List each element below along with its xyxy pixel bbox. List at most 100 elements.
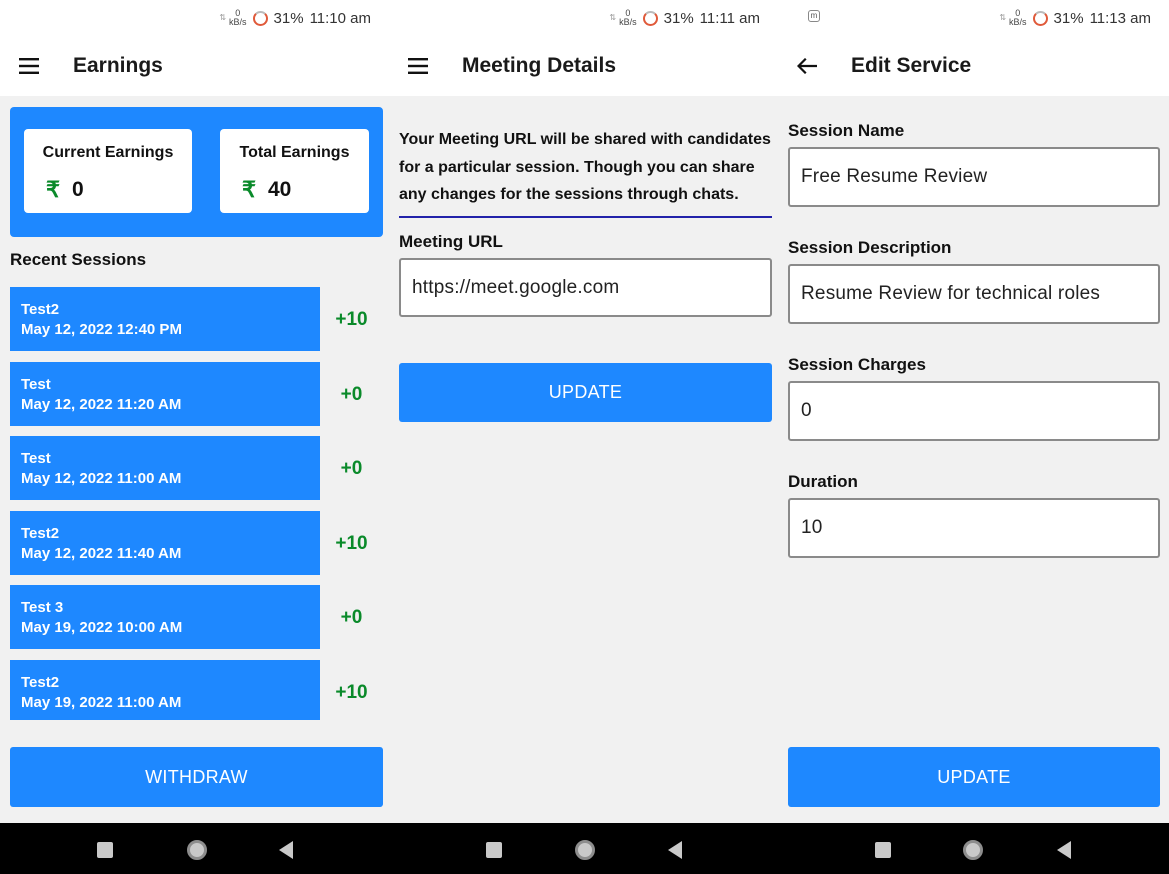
hamburger-menu-icon[interactable] — [0, 36, 58, 96]
session-description-input[interactable]: Resume Review for technical roles — [788, 264, 1160, 324]
session-datetime: May 12, 2022 11:20 AM — [21, 395, 182, 413]
back-icon[interactable] — [668, 841, 682, 859]
home-icon[interactable] — [575, 840, 595, 860]
battery-percent: 31% — [273, 9, 304, 27]
home-icon[interactable] — [963, 840, 983, 860]
data-arrows-icon: ⇅ — [999, 13, 1007, 22]
current-earnings-value: 0 — [72, 178, 84, 201]
session-name: Test2 — [21, 301, 60, 318]
rate-unit: kB/s — [619, 17, 637, 27]
recents-icon[interactable] — [486, 842, 502, 858]
session-name: Test2 — [21, 673, 60, 691]
network-speed: ⇅ 0 kB/s — [219, 9, 246, 27]
session-amount: +0 — [340, 458, 363, 480]
session-name: Test — [21, 450, 51, 468]
page-title: Edit Service — [851, 54, 972, 77]
back-icon[interactable] — [1057, 841, 1071, 859]
home-icon[interactable] — [187, 840, 207, 860]
list-item[interactable]: Test2 May 19, 2022 11:00 AM +10 — [10, 659, 383, 724]
list-item[interactable]: Test May 12, 2022 11:20 AM +0 — [10, 361, 383, 426]
meeting-details-screen: ⇅ 0 kB/s 31% 11:11 am Meeting Details You… — [389, 0, 778, 823]
session-amount: +10 — [335, 532, 368, 554]
back-arrow-icon[interactable] — [778, 36, 836, 96]
page-title: Meeting Details — [462, 54, 617, 77]
notification-icon: m — [808, 10, 820, 22]
recents-icon[interactable] — [875, 842, 891, 858]
session-card[interactable]: Test2 May 12, 2022 11:40 AM — [10, 510, 320, 575]
list-item[interactable]: Test2 May 12, 2022 12:40 PM +10 — [10, 287, 383, 351]
session-datetime: May 12, 2022 11:00 AM — [21, 470, 182, 488]
back-icon[interactable] — [279, 841, 293, 859]
meeting-info-text: Your Meeting URL will be shared with can… — [399, 131, 771, 203]
session-datetime: May 12, 2022 11:40 AM — [21, 544, 182, 562]
duration-input[interactable]: 10 — [788, 498, 1160, 558]
session-amount: +10 — [335, 309, 368, 330]
app-bar: Meeting Details — [389, 36, 778, 96]
current-earnings-label: Current Earnings — [42, 144, 174, 161]
battery-icon — [252, 10, 268, 26]
data-arrows-icon: ⇅ — [609, 13, 617, 22]
update-button[interactable]: UPDATE — [399, 363, 772, 422]
app-bar: Edit Service — [778, 36, 1169, 96]
page-title: Earnings — [73, 54, 163, 77]
session-charges-label: Session Charges — [788, 355, 926, 374]
session-amount: +0 — [340, 383, 363, 405]
session-name: Test2 — [21, 524, 60, 542]
battery-percent: 31% — [663, 9, 694, 27]
clock: 11:11 am — [699, 9, 760, 27]
session-datetime: May 12, 2022 12:40 PM — [21, 321, 182, 338]
status-bar: ⇅ 0 kB/s 31% 11:11 am — [389, 0, 778, 36]
clock: 11:10 am — [309, 9, 371, 27]
current-earnings-card: Current Earnings ₹ 0 — [24, 129, 192, 213]
total-earnings-label: Total Earnings — [239, 144, 350, 161]
list-item[interactable]: Test May 12, 2022 11:00 AM +0 — [10, 436, 383, 501]
status-bar: m ⇅ 0 kB/s 31% 11:13 am — [778, 0, 1169, 36]
rupee-icon: ₹ — [242, 177, 256, 202]
session-name-label: Session Name — [788, 121, 905, 140]
rate-unit: kB/s — [1009, 17, 1027, 27]
list-item[interactable]: Test 3 May 19, 2022 10:00 AM +0 — [10, 585, 383, 650]
meeting-url-label: Meeting URL — [399, 232, 503, 251]
session-charges-input[interactable]: 0 — [788, 381, 1160, 441]
recent-sessions-title: Recent Sessions — [10, 250, 147, 269]
meeting-url-input[interactable]: https://meet.google.com — [399, 258, 772, 317]
session-card[interactable]: Test2 May 12, 2022 12:40 PM — [10, 287, 320, 351]
network-speed: ⇅ 0 kB/s — [999, 9, 1026, 27]
edit-service-screen: m ⇅ 0 kB/s 31% 11:13 am Edit Service Sess… — [778, 0, 1169, 823]
withdraw-button[interactable]: WITHDRAW — [10, 747, 383, 807]
session-card[interactable]: Test 3 May 19, 2022 10:00 AM — [10, 585, 320, 650]
session-datetime: May 19, 2022 11:00 AM — [21, 693, 182, 711]
battery-icon — [642, 10, 658, 26]
recents-icon[interactable] — [97, 842, 113, 858]
rate-unit: kB/s — [229, 17, 247, 27]
duration-label: Duration — [788, 472, 858, 491]
session-name: Test 3 — [21, 599, 64, 617]
session-name: Test — [21, 375, 51, 393]
list-item[interactable]: Test2 May 12, 2022 11:40 AM +10 — [10, 510, 383, 575]
total-earnings-value: 40 — [268, 178, 292, 201]
hamburger-menu-icon[interactable] — [389, 36, 447, 96]
system-navigation-bar — [0, 823, 1169, 874]
status-bar: ⇅ 0 kB/s 31% 11:10 am — [0, 0, 389, 36]
earnings-screen: ⇅ 0 kB/s 31% 11:10 am Earnings Current Ea… — [0, 0, 389, 823]
session-card[interactable]: Test May 12, 2022 11:00 AM — [10, 436, 320, 501]
session-description-label: Session Description — [788, 238, 952, 257]
session-amount: +10 — [335, 681, 368, 703]
app-bar: Earnings — [0, 36, 389, 96]
recent-sessions-list: Test2 May 12, 2022 12:40 PM +10 Test May… — [10, 287, 383, 735]
session-card[interactable]: Test2 May 19, 2022 11:00 AM — [10, 659, 320, 720]
clock: 11:13 am — [1089, 9, 1151, 27]
session-card[interactable]: Test May 12, 2022 11:20 AM — [10, 361, 320, 426]
data-arrows-icon: ⇅ — [219, 13, 227, 22]
total-earnings-card: Total Earnings ₹ 40 — [220, 129, 369, 213]
session-amount: +0 — [340, 607, 363, 629]
earnings-summary-panel: Current Earnings ₹ 0 Total Earnings ₹ 40 — [10, 107, 383, 237]
rupee-icon: ₹ — [46, 177, 60, 202]
network-speed: ⇅ 0 kB/s — [609, 9, 636, 27]
battery-icon — [1032, 10, 1048, 26]
update-button[interactable]: UPDATE — [788, 747, 1160, 807]
battery-percent: 31% — [1053, 9, 1084, 27]
divider — [399, 216, 772, 218]
session-name-input[interactable]: Free Resume Review — [788, 147, 1160, 207]
session-datetime: May 19, 2022 10:00 AM — [21, 619, 183, 637]
